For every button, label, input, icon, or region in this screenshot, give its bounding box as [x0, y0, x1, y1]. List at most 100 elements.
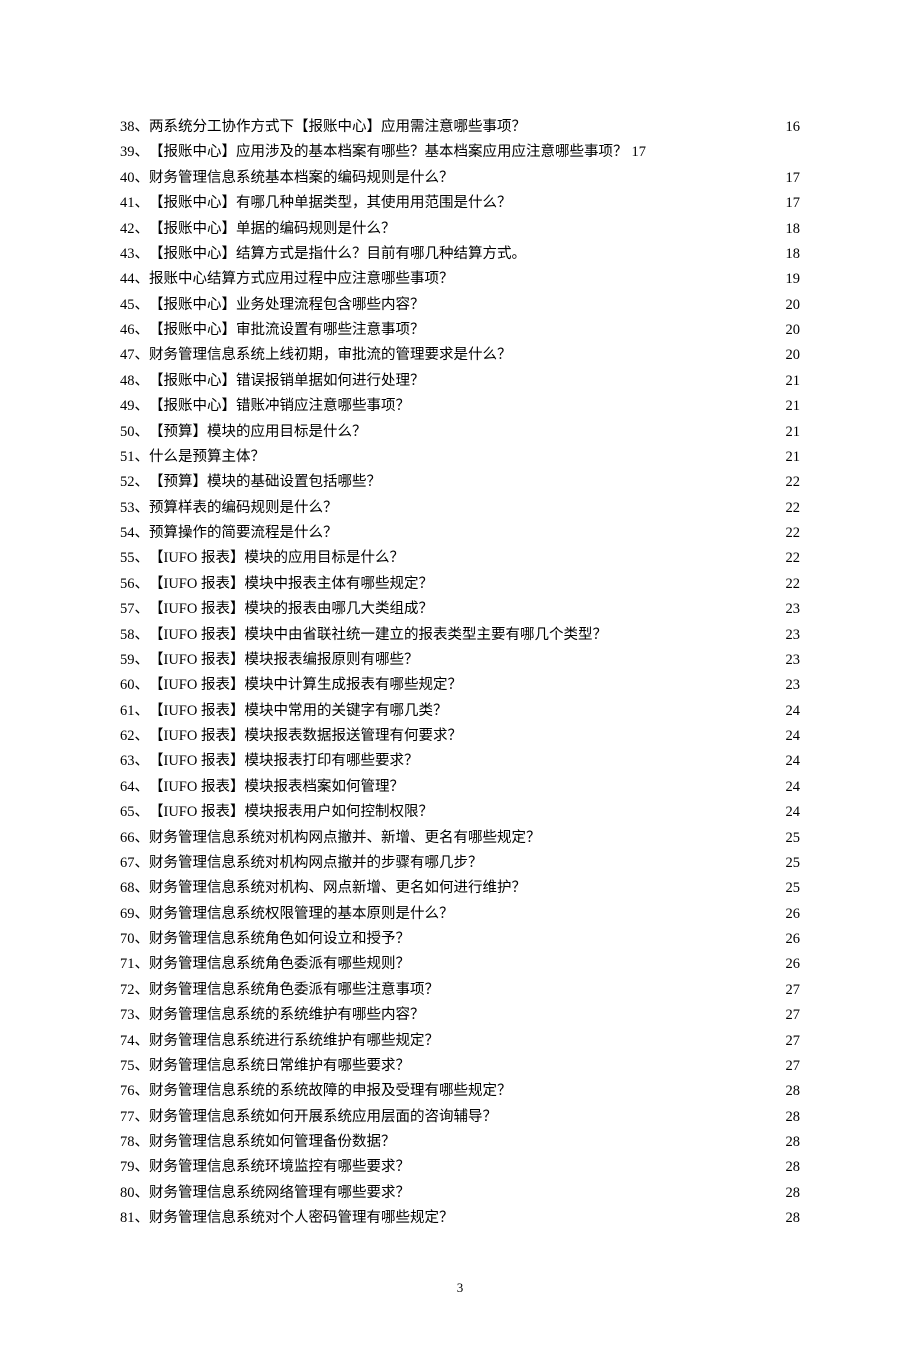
toc-entry[interactable]: 50、【预算】模块的应用目标是什么？ 21: [120, 420, 800, 445]
toc-entry-title: 【IUFO 报表】模块报表数据报送管理有何要求？: [149, 724, 462, 749]
toc-entry[interactable]: 45、【报账中心】业务处理流程包含哪些内容？20: [120, 293, 800, 318]
toc-entry[interactable]: 67、财务管理信息系统对机构网点撤并的步骤有哪几步？ 25: [120, 851, 800, 876]
toc-entry-title: 【IUFO 报表】模块报表打印有哪些要求？: [149, 749, 418, 774]
toc-entry-page: 17: [786, 166, 801, 191]
toc-entry-title: 【IUFO 报表】模块中由省联社统一建立的报表类型主要有哪几个类型？: [149, 623, 607, 648]
toc-entry[interactable]: 65、【IUFO 报表】模块报表用户如何控制权限？24: [120, 800, 800, 825]
toc-entry-page: 24: [786, 699, 801, 724]
toc-entry-number: 74、: [120, 1029, 149, 1054]
toc-entry-title: 财务管理信息系统角色委派有哪些注意事项？: [149, 978, 439, 1003]
toc-entry-page: 21: [786, 420, 801, 445]
toc-entry-title: 财务管理信息系统网络管理有哪些要求？: [149, 1181, 410, 1206]
toc-entry[interactable]: 44、报账中心结算方式应用过程中应注意哪些事项？19: [120, 267, 800, 292]
toc-entry[interactable]: 73、财务管理信息系统的系统维护有哪些内容？27: [120, 1003, 800, 1028]
toc-entry-number: 81、: [120, 1206, 149, 1231]
toc-entry[interactable]: 57、【IUFO 报表】模块的报表由哪几大类组成？23: [120, 597, 800, 622]
toc-entry[interactable]: 62、【IUFO 报表】模块报表数据报送管理有何要求？24: [120, 724, 800, 749]
toc-entry[interactable]: 60、【IUFO 报表】模块中计算生成报表有哪些规定？23: [120, 673, 800, 698]
toc-entry-page: 28: [786, 1155, 801, 1180]
toc-entry[interactable]: 43、【报账中心】结算方式是指什么？目前有哪几种结算方式。18: [120, 242, 800, 267]
toc-entry-page: 26: [786, 902, 801, 927]
toc-entry-number: 50、: [120, 420, 149, 445]
toc-entry-number: 64、: [120, 775, 149, 800]
toc-entry[interactable]: 71、财务管理信息系统角色委派有哪些规则？26: [120, 952, 800, 977]
toc-entry-title: 财务管理信息系统如何开展系统应用层面的咨询辅导？: [149, 1105, 497, 1130]
toc-entry-title: 财务管理信息系统对机构网点撤并的步骤有哪几步？: [149, 851, 483, 876]
toc-entry[interactable]: 53、预算样表的编码规则是什么？22: [120, 496, 800, 521]
toc-entry-number: 40、: [120, 166, 149, 191]
toc-entry[interactable]: 38、两系统分工协作方式下【报账中心】应用需注意哪些事项？16: [120, 115, 800, 140]
toc-entry[interactable]: 77、财务管理信息系统如何开展系统应用层面的咨询辅导？28: [120, 1105, 800, 1130]
toc-entry-page: 28: [786, 1181, 801, 1206]
toc-entry[interactable]: 58、【IUFO 报表】模块中由省联社统一建立的报表类型主要有哪几个类型？23: [120, 623, 800, 648]
toc-entry-number: 47、: [120, 343, 149, 368]
toc-entry-title: 【报账中心】结算方式是指什么？目前有哪几种结算方式。: [149, 242, 526, 267]
toc-entry[interactable]: 47、财务管理信息系统上线初期，审批流的管理要求是什么？20: [120, 343, 800, 368]
toc-entry-title: 财务管理信息系统进行系统维护有哪些规定？: [149, 1029, 439, 1054]
toc-entry[interactable]: 52、【预算】模块的基础设置包括哪些？22: [120, 470, 800, 495]
toc-entry-number: 63、: [120, 749, 149, 774]
toc-entry[interactable]: 59、【IUFO 报表】模块报表编报原则有哪些？23: [120, 648, 800, 673]
toc-entry-number: 42、: [120, 217, 149, 242]
toc-entry[interactable]: 61、【IUFO 报表】模块中常用的关键字有哪几类？24: [120, 699, 800, 724]
toc-entry-page: 18: [786, 217, 801, 242]
toc-entry-page: 24: [786, 800, 801, 825]
toc-entry-page: 23: [786, 597, 801, 622]
toc-entry-page: 25: [786, 851, 801, 876]
toc-entry[interactable]: 63、【IUFO 报表】模块报表打印有哪些要求？ 24: [120, 749, 800, 774]
toc-entry[interactable]: 42、【报账中心】单据的编码规则是什么？18: [120, 217, 800, 242]
toc-entry-number: 45、: [120, 293, 149, 318]
toc-entry-title: 【报账中心】应用涉及的基本档案有哪些？基本档案应用应注意哪些事项？: [149, 140, 628, 165]
toc-entry-title: 【预算】模块的应用目标是什么？: [149, 420, 367, 445]
toc-entry-number: 76、: [120, 1079, 149, 1104]
toc-entry-title: 【IUFO 报表】模块的应用目标是什么？: [149, 546, 404, 571]
toc-entry[interactable]: 55、【IUFO 报表】模块的应用目标是什么？22: [120, 546, 800, 571]
toc-entry-page: 26: [786, 927, 801, 952]
toc-entry-title: 【报账中心】有哪几种单据类型，其使用用范围是什么？: [149, 191, 512, 216]
toc-entry[interactable]: 75、财务管理信息系统日常维护有哪些要求？27: [120, 1054, 800, 1079]
toc-entry[interactable]: 51、什么是预算主体？21: [120, 445, 800, 470]
toc-entry-number: 48、: [120, 369, 149, 394]
toc-entry[interactable]: 46、【报账中心】审批流设置有哪些注意事项？20: [120, 318, 800, 343]
toc-entry-title: 【报账中心】错账冲销应注意哪些事项？: [149, 394, 410, 419]
toc-entry[interactable]: 80、财务管理信息系统网络管理有哪些要求？ 28: [120, 1181, 800, 1206]
toc-entry[interactable]: 79、财务管理信息系统环境监控有哪些要求？28: [120, 1155, 800, 1180]
toc-entry[interactable]: 69、财务管理信息系统权限管理的基本原则是什么？26: [120, 902, 800, 927]
toc-entry-page: 21: [786, 445, 801, 470]
toc-entry-number: 78、: [120, 1130, 149, 1155]
toc-entry-page: 24: [786, 724, 801, 749]
toc-entry[interactable]: 49、【报账中心】错账冲销应注意哪些事项？21: [120, 394, 800, 419]
toc-entry[interactable]: 54、预算操作的简要流程是什么？22: [120, 521, 800, 546]
toc-entry-number: 67、: [120, 851, 149, 876]
toc-entry[interactable]: 40、财务管理信息系统基本档案的编码规则是什么？17: [120, 166, 800, 191]
toc-entry-number: 58、: [120, 623, 149, 648]
toc-entry-page: 24: [786, 749, 801, 774]
toc-entry[interactable]: 39、【报账中心】应用涉及的基本档案有哪些？基本档案应用应注意哪些事项？17: [120, 140, 800, 165]
toc-entry-page: 22: [786, 546, 801, 571]
toc-entry-number: 46、: [120, 318, 149, 343]
toc-entry[interactable]: 68、财务管理信息系统对机构、网点新增、更名如何进行维护？25: [120, 876, 800, 901]
toc-entry-number: 71、: [120, 952, 149, 977]
toc-entry-title: 财务管理信息系统权限管理的基本原则是什么？: [149, 902, 454, 927]
toc-entry[interactable]: 76、财务管理信息系统的系统故障的申报及受理有哪些规定？28: [120, 1079, 800, 1104]
toc-entry-title: 【IUFO 报表】模块报表编报原则有哪些？: [149, 648, 418, 673]
toc-entry-title: 两系统分工协作方式下【报账中心】应用需注意哪些事项？: [149, 115, 526, 140]
toc-entry[interactable]: 56、【IUFO 报表】模块中报表主体有哪些规定？22: [120, 572, 800, 597]
toc-entry-number: 80、: [120, 1181, 149, 1206]
toc-entry[interactable]: 66、财务管理信息系统对机构网点撤并、新增、更名有哪些规定？25: [120, 826, 800, 851]
toc-entry-page: 28: [786, 1206, 801, 1231]
toc-entry-title: 【报账中心】审批流设置有哪些注意事项？: [149, 318, 425, 343]
toc-entry[interactable]: 78、财务管理信息系统如何管理备份数据？28: [120, 1130, 800, 1155]
toc-entry[interactable]: 70、财务管理信息系统角色如何设立和授予？26: [120, 927, 800, 952]
toc-entry-page: 22: [786, 496, 801, 521]
toc-entry-page: 22: [786, 521, 801, 546]
toc-entry[interactable]: 41、【报账中心】有哪几种单据类型，其使用用范围是什么？17: [120, 191, 800, 216]
toc-entry-page: 27: [786, 978, 801, 1003]
toc-entry[interactable]: 64、【IUFO 报表】模块报表档案如何管理？24: [120, 775, 800, 800]
toc-entry[interactable]: 48、【报账中心】错误报销单据如何进行处理？21: [120, 369, 800, 394]
toc-entry[interactable]: 74、财务管理信息系统进行系统维护有哪些规定？27: [120, 1029, 800, 1054]
toc-entry[interactable]: 72、财务管理信息系统角色委派有哪些注意事项？27: [120, 978, 800, 1003]
toc-entry-page: 26: [786, 952, 801, 977]
toc-entry[interactable]: 81、财务管理信息系统对个人密码管理有哪些规定？28: [120, 1206, 800, 1231]
toc-entry-page: 22: [786, 470, 801, 495]
